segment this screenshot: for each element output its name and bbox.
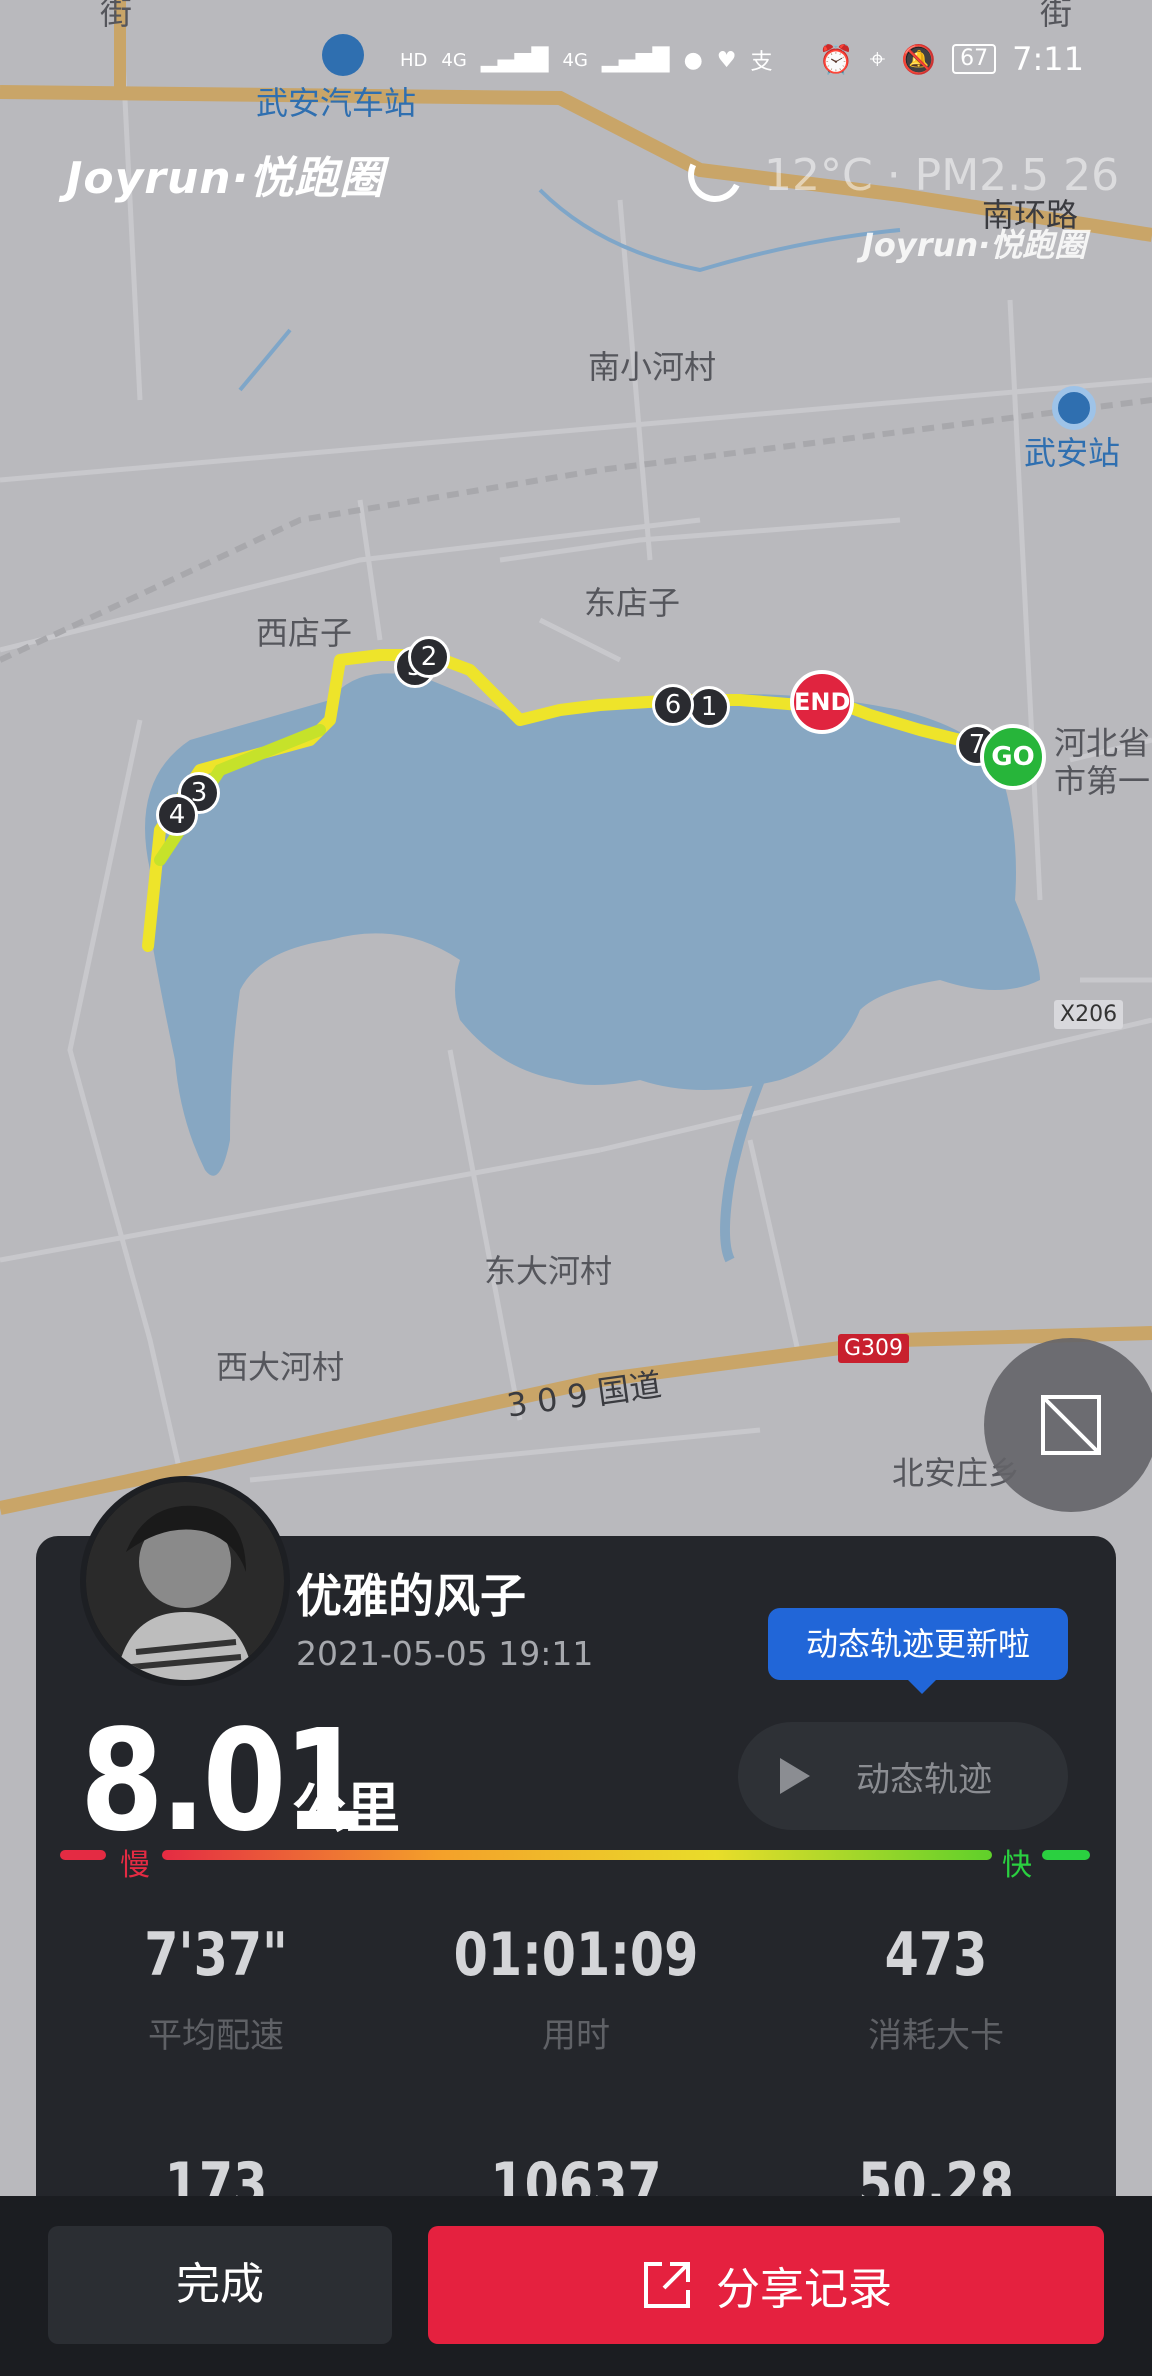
slow-label: 慢 — [120, 1848, 150, 1883]
clock: 7:11 — [1012, 40, 1084, 78]
km-marker: 1 — [688, 686, 730, 728]
dynamic-track-label: 动态轨迹 — [856, 1759, 992, 1800]
stat-value: 7'37" — [144, 1920, 288, 1990]
map-label-highway-badge: G309 — [838, 1334, 910, 1363]
network-type: 4G — [441, 49, 467, 71]
map-label-village: 西店子 — [256, 614, 353, 652]
username: 优雅的风子 — [296, 1569, 526, 1623]
expand-icon — [1041, 1395, 1101, 1455]
map-label-village: 南小河村 — [588, 348, 717, 386]
dynamic-track-button[interactable]: 动态轨迹 — [738, 1722, 1068, 1830]
bottom-action-bar: 完成 分享记录 — [0, 2196, 1152, 2376]
stat-label: 消耗大卡 — [868, 2016, 1004, 2056]
hd-icon: HD — [400, 49, 428, 71]
run-datetime: 2021-05-05 19:11 — [296, 1634, 594, 1673]
share-label: 分享记录 — [716, 2264, 892, 2315]
map-label-village: 西大河村 — [216, 1348, 345, 1386]
map-label-street: 街 — [100, 0, 133, 32]
location-icon: ⌖ — [869, 42, 886, 75]
km-marker: 6 — [652, 684, 694, 726]
pace-gradient — [162, 1850, 992, 1860]
map-label-station: 武安站 — [1024, 434, 1121, 472]
status-icons-right: ⏰ ⌖ 🔕 67 7:11 — [819, 40, 1084, 78]
train-station-icon — [1052, 386, 1096, 430]
stat-value: 01:01:09 — [453, 1920, 699, 1990]
map-label-poi: 市第一 — [1054, 762, 1151, 800]
weather-info: 12°C · PM2.5 26 — [680, 140, 1120, 210]
distance-unit: 公里 — [292, 1777, 400, 1840]
stat-label: 用时 — [542, 2016, 610, 2056]
stat-avg-pace: 7'37" 平均配速 — [36, 1920, 396, 2057]
stat-value: 473 — [884, 1920, 988, 1990]
share-icon — [644, 2262, 690, 2308]
map-label-village: 东店子 — [584, 584, 681, 622]
stat-calories: 473 消耗大卡 — [756, 1920, 1116, 2057]
app-logo: Joyrun·悦跑圈 — [66, 153, 385, 204]
battery-icon: 67 — [952, 44, 997, 74]
status-icons-left: HD 4G ▂▄▆█ 4G ▂▄▆█ ● ♥ 支 — [400, 44, 773, 76]
avatar-image — [86, 1482, 284, 1680]
avatar[interactable] — [80, 1476, 290, 1686]
fast-bar — [1042, 1850, 1090, 1860]
signal-icon: ▂▄▆█ — [480, 47, 549, 73]
weather-text: 12°C · PM2.5 26 — [764, 149, 1120, 201]
km-marker: 2 — [408, 636, 450, 678]
alarm-icon: ⏰ — [818, 42, 854, 76]
status-bar: HD 4G ▂▄▆█ 4G ▂▄▆█ ● ♥ 支 ⏰ ⌖ 🔕 67 7:11 — [0, 36, 1152, 96]
end-marker: END — [790, 670, 854, 734]
expand-map-button[interactable] — [984, 1338, 1152, 1512]
share-record-button[interactable]: 分享记录 — [428, 2226, 1104, 2344]
km-marker: 4 — [156, 794, 198, 836]
health-icon: ♥ — [716, 47, 737, 73]
slow-bar — [60, 1850, 106, 1860]
stat-label: 平均配速 — [148, 2016, 284, 2056]
pace-legend-bar: 慢 快 — [60, 1848, 1090, 1883]
map-label-village: 东大河村 — [484, 1252, 613, 1290]
map-label-road-badge: X206 — [1054, 1000, 1124, 1029]
wechat-icon: ● — [683, 47, 703, 73]
done-button[interactable]: 完成 — [48, 2226, 392, 2344]
fast-label: 快 — [1002, 1848, 1032, 1883]
mute-icon: 🔕 — [901, 42, 937, 76]
alipay-icon: 支 — [750, 50, 773, 75]
map-label-street: 街 — [1040, 0, 1073, 32]
start-marker: GO — [980, 724, 1046, 790]
network-type: 4G — [562, 49, 588, 71]
map-watermark: Joyrun·悦跑圈 — [862, 226, 1087, 264]
signal-icon: ▂▄▆█ — [601, 47, 670, 73]
stat-duration: 01:01:09 用时 — [396, 1920, 756, 2057]
moon-icon — [680, 140, 750, 210]
play-icon — [780, 1758, 810, 1794]
dynamic-track-tooltip[interactable]: 动态轨迹更新啦 — [768, 1608, 1068, 1694]
